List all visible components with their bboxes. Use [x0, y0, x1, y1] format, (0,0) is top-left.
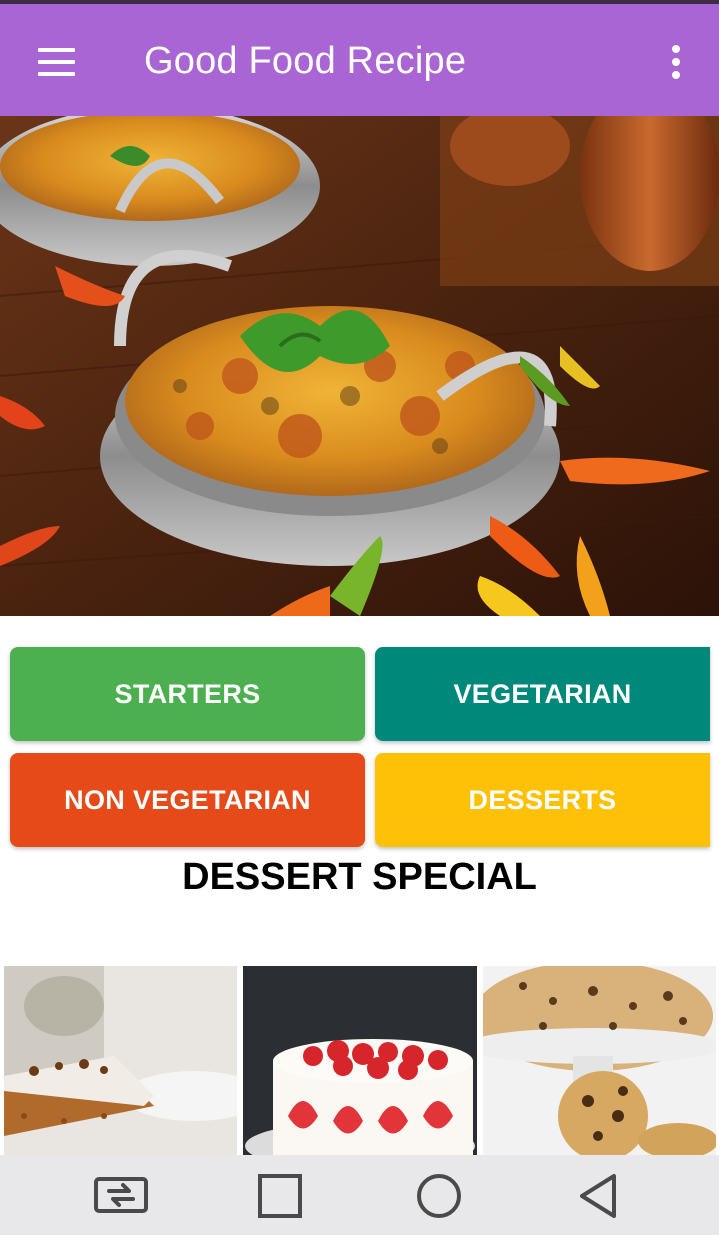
app-bar: Good Food Recipe — [0, 4, 719, 116]
section-title: DESSERT SPECIAL — [182, 856, 537, 898]
square-icon[interactable] — [250, 1169, 310, 1221]
app-title: Good Food Recipe — [144, 40, 467, 82]
more-vert-icon[interactable] — [656, 34, 696, 86]
back-triangle-icon[interactable] — [568, 1169, 628, 1221]
non-vegetarian-button[interactable]: NON VEGETARIAN — [10, 753, 365, 847]
hero-food-image — [0, 116, 719, 616]
vegetarian-button[interactable]: VEGETARIAN — [375, 647, 710, 741]
desserts-button[interactable]: DESSERTS — [375, 753, 710, 847]
dessert-gallery — [0, 966, 719, 1156]
home-circle-icon[interactable] — [409, 1169, 469, 1221]
dessert-thumbnail-strawberry-cake[interactable] — [243, 966, 477, 1156]
dessert-thumbnail-cookie-cake[interactable] — [483, 966, 716, 1156]
starters-button[interactable]: STARTERS — [10, 647, 365, 741]
dessert-thumbnail-carrot-cake[interactable] — [4, 966, 237, 1156]
hamburger-menu-icon[interactable] — [26, 34, 86, 86]
recent-apps-switch-icon[interactable] — [91, 1169, 151, 1221]
system-navigation-bar — [0, 1155, 719, 1235]
